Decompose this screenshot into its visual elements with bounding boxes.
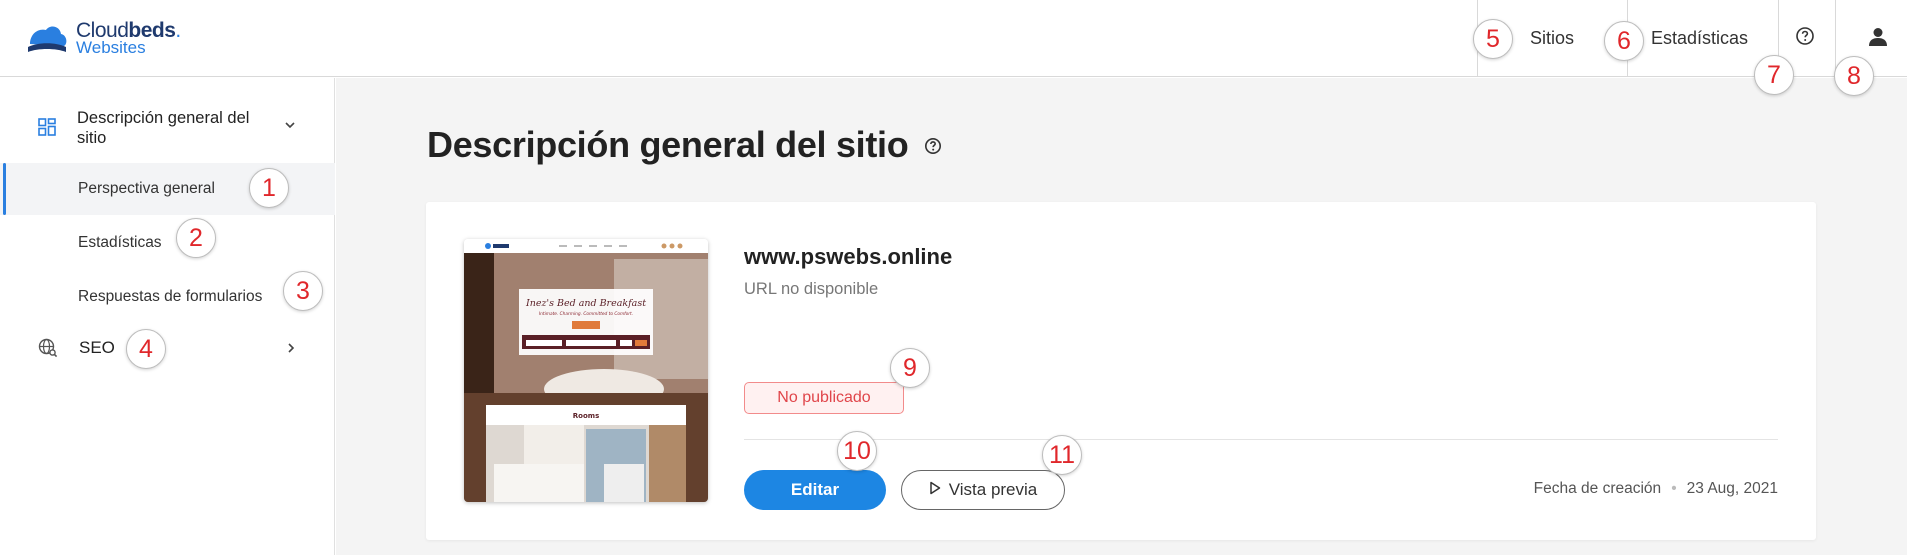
edit-button[interactable]: Editar	[744, 470, 886, 510]
sidebar-item-label: Estadísticas	[78, 234, 162, 251]
sidebar: Descripción general del sitio Perspectiv…	[0, 78, 335, 555]
nav-stats[interactable]: Estadísticas	[1651, 28, 1748, 49]
thumbnail-hero-subtitle: Intimate. Charming. Committed to Comfort…	[539, 311, 633, 317]
help-icon[interactable]	[924, 122, 942, 164]
annotation-badge: 1	[249, 168, 289, 208]
preview-button-label: Vista previa	[948, 480, 1038, 499]
main-content: Descripción general del sitio Inez's Bed…	[336, 78, 1907, 555]
page-title-text: Descripción general del sitio	[427, 124, 909, 165]
annotation-badge: 3	[283, 271, 323, 311]
annotation-badge: 6	[1604, 21, 1644, 61]
created-date: 23 Aug, 2021	[1686, 480, 1778, 497]
user-icon[interactable]	[1867, 26, 1889, 53]
annotation-badge: 9	[890, 348, 930, 388]
sidebar-group-label: Descripción general del sitio	[77, 109, 250, 147]
created-label: Fecha de creación	[1533, 480, 1662, 497]
card-divider	[744, 439, 1778, 440]
chevron-right-icon	[286, 341, 296, 359]
sidebar-item-label: Respuestas de formularios	[78, 288, 263, 305]
nav-sites[interactable]: Sitios	[1530, 28, 1574, 49]
annotation-badge: 10	[837, 431, 877, 471]
url-status-text: URL no disponible	[744, 280, 879, 298]
site-domain: www.pswebs.online	[744, 244, 953, 269]
sidebar-item-label: SEO	[79, 338, 115, 357]
sidebar-group-overview[interactable]: Descripción general del sitio	[0, 106, 335, 150]
chevron-down-icon	[284, 118, 296, 136]
sidebar-item-estadisticas[interactable]: Estadísticas	[0, 215, 335, 267]
thumbnail-hero-title: Inez's Bed and Breakfast	[525, 298, 646, 309]
annotation-badge: 8	[1834, 56, 1874, 96]
play-icon	[929, 480, 941, 500]
site-card: Inez's Bed and Breakfast Intimate. Charm…	[426, 202, 1816, 540]
dashboard-icon	[38, 118, 56, 141]
sidebar-item-label: Perspectiva general	[78, 180, 215, 197]
separator-dot: •	[1671, 480, 1677, 497]
cloudbeds-logo-icon	[24, 22, 70, 56]
annotation-badge: 11	[1042, 435, 1082, 475]
preview-button[interactable]: Vista previa	[901, 470, 1065, 510]
annotation-badge: 2	[176, 218, 216, 258]
annotation-badge: 4	[126, 329, 166, 369]
status-badge: No publicado	[744, 382, 904, 414]
help-icon[interactable]	[1795, 26, 1815, 51]
sidebar-item-seo[interactable]: SEO	[0, 324, 335, 370]
globe-search-icon	[38, 338, 58, 363]
cloudbeds-logo[interactable]: Cloudbeds. Websites	[24, 20, 181, 56]
annotation-badge: 5	[1473, 19, 1513, 59]
thumbnail-rooms-heading: Rooms	[573, 412, 599, 420]
page-title: Descripción general del sitio	[427, 124, 942, 168]
annotation-badge: 7	[1754, 55, 1794, 95]
creation-date-info: Fecha de creación • 23 Aug, 2021	[1534, 480, 1778, 498]
site-thumbnail[interactable]: Inez's Bed and Breakfast Intimate. Charm…	[464, 239, 708, 502]
